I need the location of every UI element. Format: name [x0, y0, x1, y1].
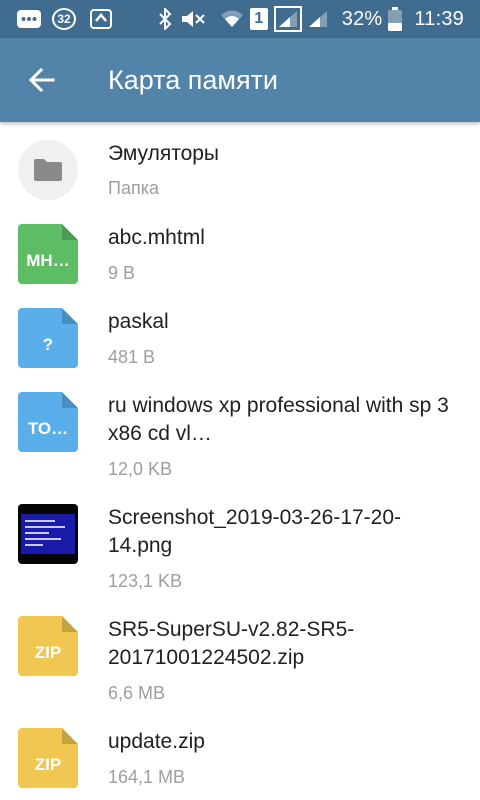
list-item-file[interactable]: ZIP SR5-SuperSU-v2.82-SR5-20171001224502… — [0, 604, 480, 716]
list-item-file[interactable]: MH… abc.mhtml 9 B — [0, 212, 480, 296]
folder-thumbnail — [18, 140, 78, 200]
battery-percent: 32% — [341, 7, 383, 30]
wifi-icon — [220, 9, 244, 29]
file-type-badge: ? — [42, 335, 54, 354]
sim-icon: 1 — [249, 8, 268, 30]
back-button[interactable] — [14, 52, 70, 108]
file-name: update.zip — [108, 730, 205, 753]
image-thumbnail-icon — [18, 504, 78, 564]
file-meta: 123,1 KB — [108, 571, 183, 591]
status-bar: 32 1 32% 11:39 — [0, 0, 480, 38]
list-item-folder[interactable]: Эмуляторы Папка — [0, 122, 480, 212]
signal-icon — [273, 6, 302, 32]
signal-icon — [308, 10, 328, 28]
file-name: Эмуляторы — [108, 142, 220, 165]
file-type-badge: TO… — [27, 419, 69, 438]
list-item-file[interactable]: Screenshot_2019-03-26-17-20-14.png 123,1… — [0, 492, 480, 604]
file-name: Screenshot_2019-03-26-17-20-14.png — [108, 506, 402, 557]
sync-icon — [90, 9, 112, 29]
back-arrow-icon — [29, 67, 55, 93]
bluetooth-icon — [158, 8, 172, 30]
file-name: abc.mhtml — [108, 226, 205, 249]
file-thumbnail: MH… — [18, 224, 78, 284]
file-meta: 164,1 MB — [108, 767, 186, 787]
mute-icon — [180, 8, 206, 30]
list-item-file[interactable]: TO… ru windows xp professional with sp 3… — [0, 380, 480, 492]
list-item-file[interactable]: ? paskal 481 B — [0, 296, 480, 380]
file-name: SR5-SuperSU-v2.82-SR5-20171001224502.zip — [108, 618, 355, 669]
clock: 11:39 — [414, 7, 464, 30]
app-bar: Карта памяти — [0, 38, 480, 122]
file-name: ru windows xp professional with sp 3 x86… — [108, 394, 449, 445]
file-thumbnail: ? — [18, 308, 78, 368]
file-meta: 9 B — [108, 263, 136, 283]
file-meta: Папка — [108, 178, 159, 198]
zip-icon: ZIP — [18, 728, 78, 788]
notification-count: 32 — [57, 12, 71, 26]
file-meta: 12,0 KB — [108, 459, 173, 479]
zip-icon: ZIP — [18, 616, 78, 676]
status-bar-right: 1 32% 11:39 — [158, 0, 480, 38]
file-thumbnail — [18, 504, 78, 564]
file-meta: 481 B — [108, 347, 156, 367]
notification-count-icon: 32 — [52, 8, 76, 30]
file-type-badge: MH… — [26, 251, 70, 270]
document-icon: TO… — [18, 392, 78, 452]
file-thumbnail: ZIP — [18, 728, 78, 788]
sim-label: 1 — [254, 10, 264, 27]
list-item-file[interactable]: ZIP update.zip 164,1 MB — [0, 716, 480, 800]
battery-icon — [388, 7, 403, 31]
document-icon: ? — [18, 308, 78, 368]
page-title: Карта памяти — [108, 65, 279, 95]
document-icon: MH… — [18, 224, 78, 284]
file-meta: 6,6 MB — [108, 683, 166, 703]
folder-icon — [33, 158, 63, 182]
file-thumbnail: ZIP — [18, 616, 78, 676]
file-thumbnail: TO… — [18, 392, 78, 452]
file-type-badge: ZIP — [34, 755, 62, 774]
file-type-badge: ZIP — [34, 643, 62, 662]
messages-icon — [16, 9, 42, 29]
file-name: paskal — [108, 310, 169, 333]
